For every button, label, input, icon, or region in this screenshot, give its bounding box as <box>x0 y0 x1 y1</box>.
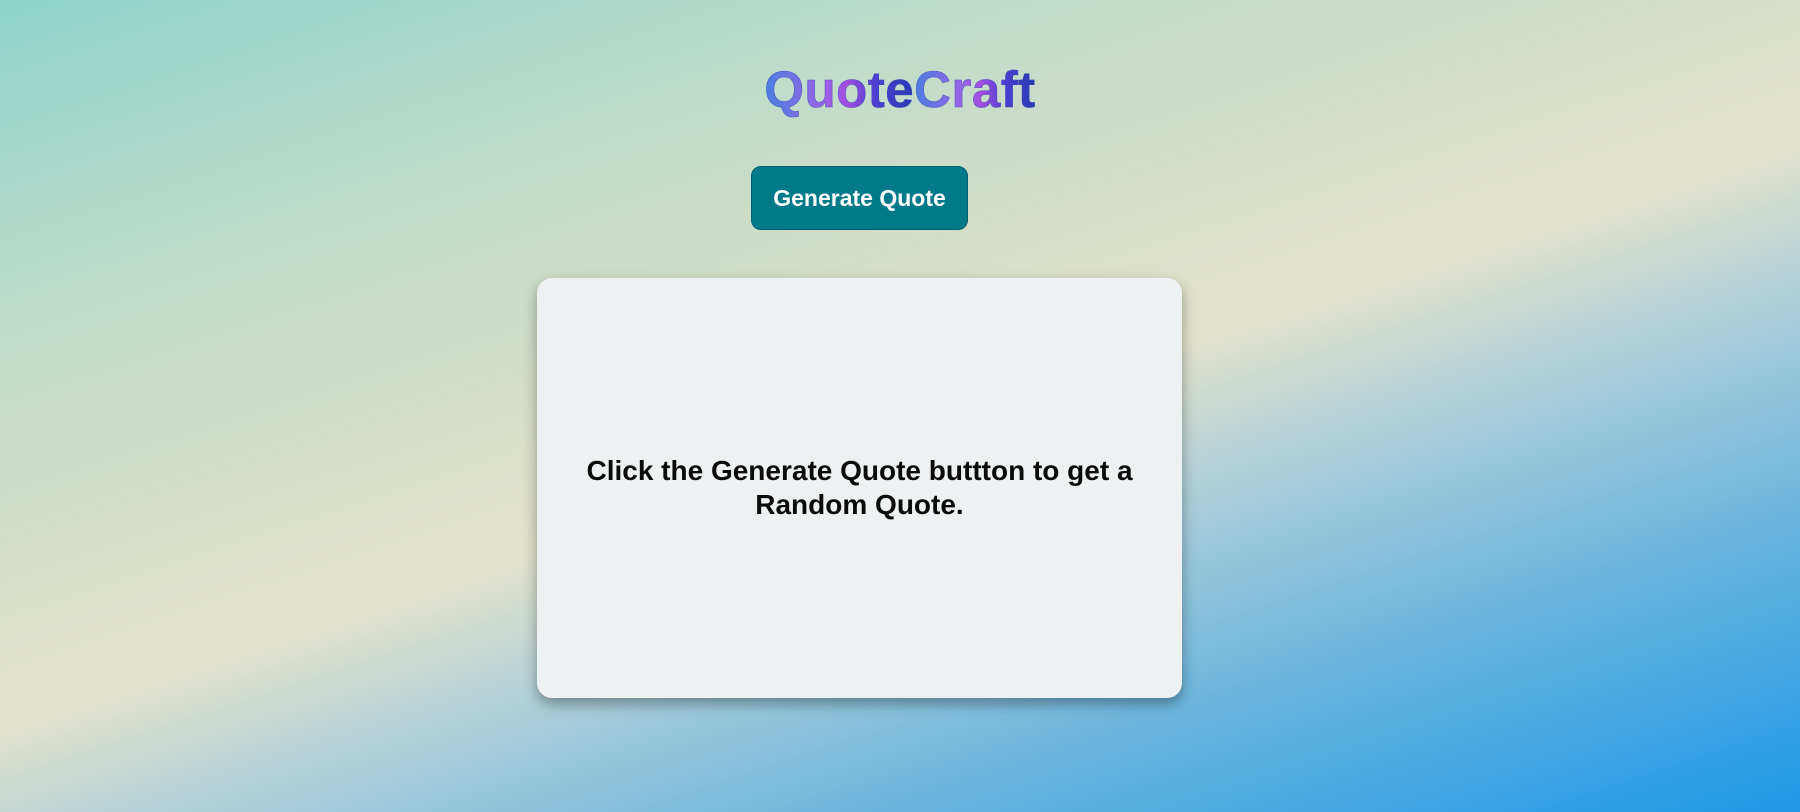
app-title-quote: Quote <box>764 61 915 119</box>
generate-quote-button[interactable]: Generate Quote <box>751 166 968 230</box>
app-title: QuoteCraft <box>0 58 1800 122</box>
quote-text: Click the Generate Quote buttton to get … <box>586 455 1133 520</box>
quote-card: Click the Generate Quote buttton to get … <box>537 278 1182 698</box>
app-title-craft: Craft <box>914 61 1036 119</box>
